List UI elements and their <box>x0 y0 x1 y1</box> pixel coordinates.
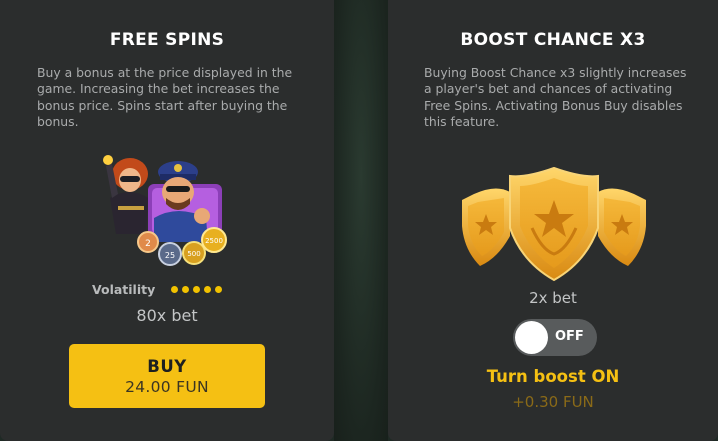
coin-value-25: 25 <box>165 251 175 260</box>
boost-chance-title: BOOST CHANCE X3 <box>460 30 646 50</box>
toggle-knob <box>515 321 548 354</box>
toggle-state-label: OFF <box>555 329 584 344</box>
volatility-dot <box>215 286 223 293</box>
boost-chance-panel: BOOST CHANCE X3 Buying Boost Chance x3 s… <box>388 0 718 441</box>
buy-button-label: BUY <box>147 356 187 376</box>
volatility-dot <box>204 286 212 293</box>
free-spins-panel: FREE SPINS Buy a bonus at the price disp… <box>0 0 334 441</box>
volatility-dots <box>171 286 223 293</box>
volatility-dot <box>171 286 179 293</box>
free-spins-artwork: 2 25 500 2500 <box>96 146 236 276</box>
boost-bet-multiplier: 2x bet <box>529 289 577 307</box>
buy-button-price: 24.00 FUN <box>125 377 209 396</box>
background-gap <box>334 0 388 441</box>
boost-toggle[interactable]: OFF <box>513 319 597 356</box>
boost-chance-description: Buying Boost Chance x3 slightly increase… <box>424 65 687 130</box>
free-spins-price-multiplier: 80x bet <box>136 306 198 325</box>
volatility-dot <box>182 286 190 293</box>
coin-value-2: 2 <box>145 239 151 249</box>
boost-cost: +0.30 FUN <box>512 393 594 411</box>
coin-value-2500: 2500 <box>205 237 223 245</box>
turn-boost-label: Turn boost ON <box>486 367 620 386</box>
coin-value-500: 500 <box>187 250 200 258</box>
buy-button[interactable]: BUY 24.00 FUN <box>69 344 265 408</box>
volatility-label: Volatility <box>92 282 156 297</box>
boost-shields-icon <box>458 166 650 284</box>
volatility-row: Volatility <box>92 282 223 297</box>
free-spins-description: Buy a bonus at the price displayed in th… <box>37 65 293 130</box>
volatility-dot <box>193 286 201 293</box>
free-spins-title: FREE SPINS <box>109 30 225 50</box>
